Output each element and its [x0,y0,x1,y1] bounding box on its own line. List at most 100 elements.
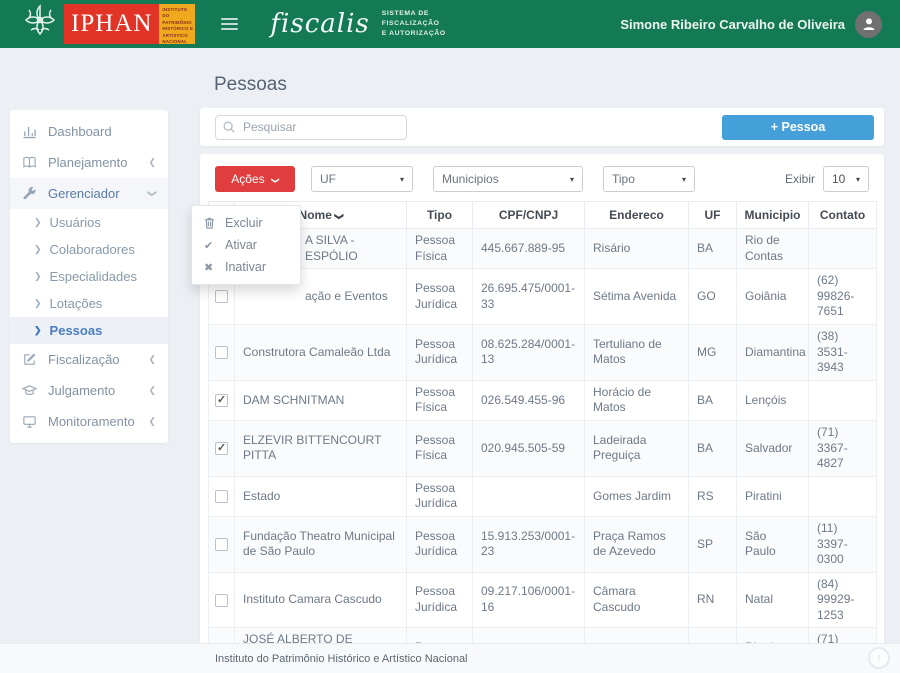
app-window: IPHAN INSTITUTO DO PATRIMÔNIO HISTÓRICO … [0,0,900,673]
menu-toggle-icon[interactable] [221,18,238,30]
table-header-row: Nome❯ Tipo CPF/CNPJ Endereco UF Municipi… [209,202,877,229]
cell-endereco: Gomes Jardim [585,476,689,516]
fiscalis-brand: fiscalis SISTEMA DE FISCALIZAÇÃO E AUTOR… [270,9,445,40]
cell-nome: ELZEVIR BITTENCOURT PITTA [235,420,407,476]
cell-tipo: Pessoa Jurídica [407,572,473,628]
sidebar-item-pessoas[interactable]: ❯ Pessoas [10,317,168,344]
cell-uf: RS [689,476,737,516]
cell-tipo: Pessoa Física [407,229,473,269]
cell-municipio: Natal [737,572,809,628]
uf-select[interactable]: UF ▾ [311,166,413,192]
sort-desc-icon: ❯ [333,213,344,221]
select-caret-icon: ▾ [400,175,404,184]
chevron-right-icon: ❯ [34,298,42,309]
cell-contato: (38) 3531-3943 [809,324,877,380]
cell-uf: BA [689,229,737,269]
menu-item-ativar[interactable]: ✔ Ativar [192,234,300,256]
user-avatar-icon[interactable] [855,11,882,38]
top-header: IPHAN INSTITUTO DO PATRIMÔNIO HISTÓRICO … [0,0,900,48]
sidebar-item-label: Monitoramento [48,414,135,429]
cell-uf: BA [689,380,737,420]
book-icon [22,155,39,170]
row-checkbox[interactable] [215,290,228,303]
page-size-select[interactable]: 10 ▾ [823,166,869,192]
table-row: Instituto Camara Cascudo Pessoa Jurídica… [209,572,877,628]
search-input[interactable] [215,115,407,140]
monitor-icon [22,414,39,429]
back-to-top-button[interactable]: ↑ [868,647,890,669]
sidebar-item-julgamento[interactable]: Julgamento ❮ [10,375,168,406]
row-checkbox[interactable] [215,594,228,607]
column-header-contato[interactable]: Contato [809,202,877,229]
sidebar-item-fiscalizacao[interactable]: Fiscalização ❮ [10,344,168,375]
cell-uf: SP [689,516,737,572]
actions-button[interactable]: Ações ❯ [215,166,295,192]
add-pessoa-button[interactable]: + Pessoa [722,115,874,140]
sidebar-item-especialidades[interactable]: ❯ Especialidades [10,263,168,290]
cell-cpf-cnpj: 09.217.106/0001-16 [473,572,585,628]
page-size-value: 10 [832,172,845,186]
menu-item-excluir[interactable]: Excluir [192,212,300,234]
tipo-select-value: Tipo [612,172,635,186]
user-name: Simone Ribeiro Carvalho de Oliveira [620,17,845,32]
row-checkbox[interactable] [215,442,228,455]
cell-municipio: Rio de Contas [737,229,809,269]
cell-tipo: Pessoa Física [407,420,473,476]
filter-row: Ações ❯ Excluir ✔ [215,166,869,192]
sidebar-item-gerenciador[interactable]: Gerenciador ❯ [10,178,168,209]
wrench-icon [22,186,39,201]
cell-cpf-cnpj: 08.625.284/0001-13 [473,324,585,380]
cell-endereco: Praça Ramos de Azevedo [585,516,689,572]
table-row: Estado Pessoa Jurídica Gomes Jardim RS P… [209,476,877,516]
sidebar-item-lotacoes[interactable]: ❯ Lotações [10,290,168,317]
cell-contato [809,229,877,269]
cell-nome: Construtora Camaleão Ltda [235,324,407,380]
column-header-uf[interactable]: UF [689,202,737,229]
cell-contato: (11) 3397-0300 [809,516,877,572]
search-icon [222,120,236,139]
cell-municipio: Goiânia [737,269,809,325]
sidebar-item-dashboard[interactable]: Dashboard [10,116,168,147]
iphan-emblem-icon [18,2,62,47]
sidebar: Dashboard Planejamento ❮ Gerenciador ❯ ❯… [10,110,168,443]
row-checkbox[interactable] [215,490,228,503]
column-header-cpf-cnpj[interactable]: CPF/CNPJ [473,202,585,229]
menu-item-label: Inativar [225,260,266,274]
sidebar-item-label: Pessoas [50,323,103,338]
cell-endereco: Câmara Cascudo [585,572,689,628]
sidebar-item-usuarios[interactable]: ❯ Usuários [10,209,168,236]
edit-icon [22,352,39,367]
sidebar-item-label: Especialidades [50,269,137,284]
cell-nome: Fundação Theatro Municipal de São Paulo [235,516,407,572]
column-header-municipio[interactable]: Municipio [737,202,809,229]
cell-contato [809,380,877,420]
user-area[interactable]: Simone Ribeiro Carvalho de Oliveira [620,11,886,38]
cell-contato: (71) 3367-4827 [809,420,877,476]
cell-nome: Estado [235,476,407,516]
menu-item-inativar[interactable]: ✖ Inativar [192,256,300,278]
sidebar-item-planejamento[interactable]: Planejamento ❮ [10,147,168,178]
check-icon: ✔ [204,239,217,252]
row-checkbox[interactable] [215,346,228,359]
main-content: Pessoas + Pessoa Ações ❯ [200,48,884,673]
table-row: ELZEVIR BITTENCOURT PITTA Pessoa Física … [209,420,877,476]
cell-cpf-cnpj: 026.549.455-96 [473,380,585,420]
row-checkbox[interactable] [215,394,228,407]
column-header-tipo[interactable]: Tipo [407,202,473,229]
cell-contato [809,476,877,516]
sidebar-item-monitoramento[interactable]: Monitoramento ❮ [10,406,168,437]
cell-tipo: Pessoa Jurídica [407,516,473,572]
chevron-right-icon: ❯ [34,271,42,282]
cell-cpf-cnpj: 26.695.475/0001-33 [473,269,585,325]
cell-cpf-cnpj: 15.913.253/0001-23 [473,516,585,572]
column-header-endereco[interactable]: Endereco [585,202,689,229]
iphan-logo[interactable]: IPHAN INSTITUTO DO PATRIMÔNIO HISTÓRICO … [64,4,195,44]
tipo-select[interactable]: Tipo ▾ [603,166,695,192]
sidebar-item-label: Julgamento [48,383,115,398]
cell-tipo: Pessoa Jurídica [407,476,473,516]
municipios-select[interactable]: Municipios ▾ [433,166,583,192]
sidebar-item-colaboradores[interactable]: ❯ Colaboradores [10,236,168,263]
cell-endereco: Risário [585,229,689,269]
chevron-right-icon: ❯ [34,325,42,336]
row-checkbox[interactable] [215,538,228,551]
